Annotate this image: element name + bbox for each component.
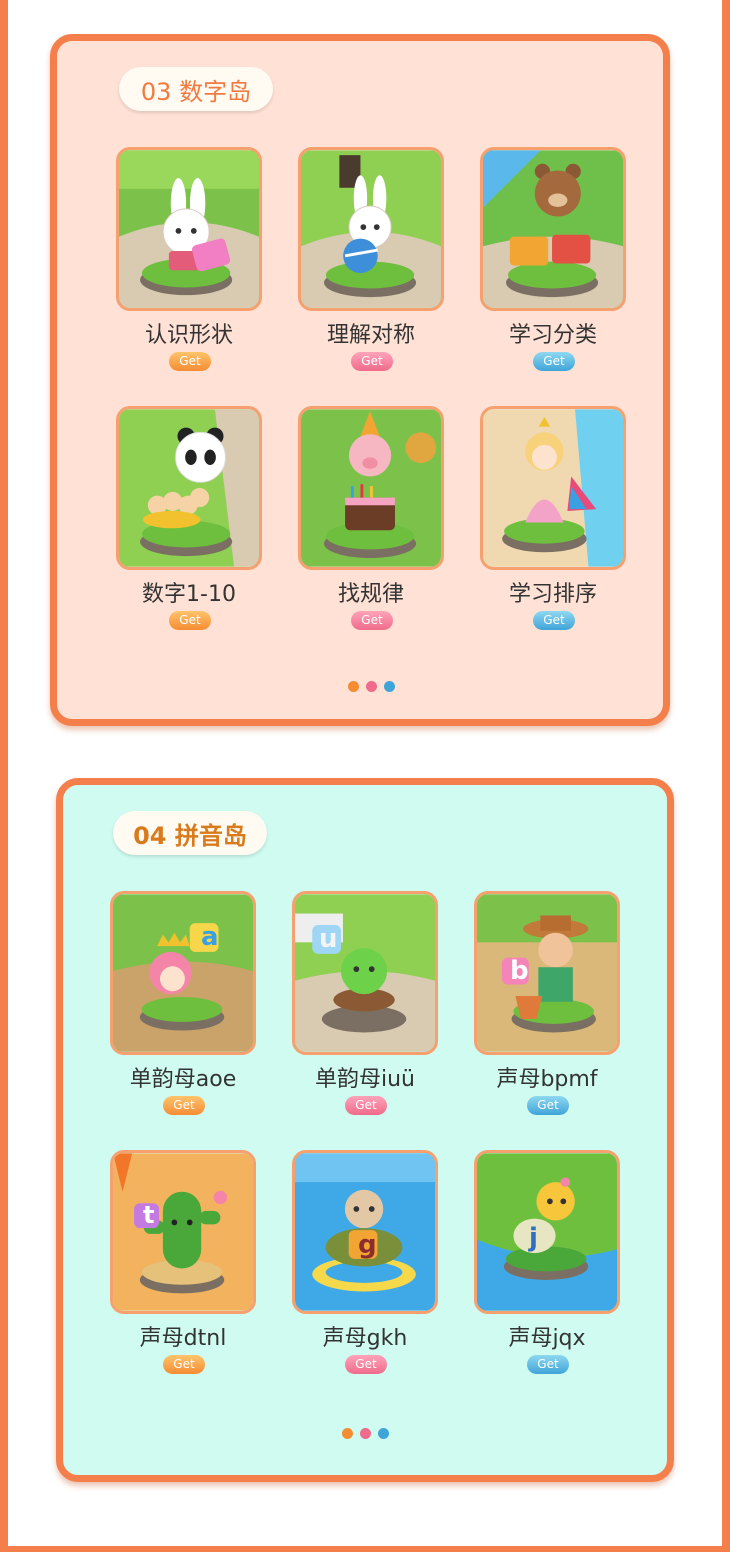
course-thumbnail[interactable]: t	[110, 1150, 256, 1314]
course-label: 认识形状	[144, 323, 233, 348]
letter-j: j	[529, 1223, 538, 1253]
course-label: 声母jqx	[508, 1326, 586, 1351]
course-label: 理解对称	[326, 323, 415, 348]
course-thumbnail[interactable]: j	[474, 1150, 620, 1314]
course-label: 声母bpmf	[496, 1067, 598, 1092]
bear-boxes-illustration	[483, 150, 623, 308]
get-badge[interactable]: Get	[169, 611, 211, 630]
course-label: 声母gkh	[322, 1326, 408, 1351]
page-dot[interactable]	[366, 681, 377, 692]
course-label: 数字1-10	[142, 582, 236, 607]
sprout-u-illustration	[295, 894, 435, 1052]
rabbit-ball-illustration	[301, 150, 441, 308]
get-badge[interactable]: Get	[163, 1355, 205, 1374]
course-card[interactable]: 学习分类 Get	[480, 147, 630, 371]
course-thumbnail[interactable]	[480, 147, 626, 311]
page-dot[interactable]	[378, 1428, 389, 1439]
course-thumbnail[interactable]	[298, 147, 444, 311]
gardener-b-illustration	[477, 894, 617, 1052]
get-badge[interactable]: Get	[351, 611, 393, 630]
page-dot[interactable]	[348, 681, 359, 692]
cactus-t-illustration	[113, 1153, 253, 1311]
course-label: 学习排序	[508, 582, 597, 607]
course-label: 声母dtnl	[139, 1326, 227, 1351]
course-label: 单韵母aoe	[129, 1067, 237, 1092]
course-card[interactable]: g 声母gkh Get	[292, 1150, 442, 1374]
fairy-a-illustration	[113, 894, 253, 1052]
get-badge[interactable]: Get	[533, 611, 575, 630]
course-thumbnail[interactable]	[116, 406, 262, 570]
course-card[interactable]: 找规律 Get	[298, 406, 448, 630]
page-dot[interactable]	[384, 681, 395, 692]
course-card[interactable]: 学习排序 Get	[480, 406, 630, 630]
snail-j-illustration	[477, 1153, 617, 1311]
course-thumbnail[interactable]: a	[110, 891, 256, 1055]
letter-g: g	[358, 1230, 377, 1260]
panda-numbers-illustration	[119, 409, 259, 567]
course-label: 单韵母iuü	[315, 1067, 415, 1092]
course-thumbnail[interactable]	[298, 406, 444, 570]
course-label: 找规律	[337, 582, 404, 607]
page-dot[interactable]	[360, 1428, 371, 1439]
course-card[interactable]: b 声母bpmf Get	[474, 891, 624, 1115]
get-badge[interactable]: Get	[527, 1355, 569, 1374]
section-title: 04 拼音岛	[113, 811, 267, 855]
course-thumbnail[interactable]	[116, 147, 262, 311]
page-dot[interactable]	[342, 1428, 353, 1439]
carousel-pagination	[342, 1428, 389, 1439]
get-badge[interactable]: Get	[163, 1096, 205, 1115]
princess-illustration	[483, 409, 623, 567]
letter-u: u	[319, 924, 338, 954]
course-thumbnail[interactable]: u	[292, 891, 438, 1055]
pig-cake-illustration	[301, 409, 441, 567]
course-card[interactable]: u 单韵母iuü Get	[292, 891, 442, 1115]
get-badge[interactable]: Get	[345, 1096, 387, 1115]
course-card[interactable]: 数字1-10 Get	[116, 406, 266, 630]
course-label: 学习分类	[508, 323, 597, 348]
course-thumbnail[interactable]	[480, 406, 626, 570]
get-badge[interactable]: Get	[533, 352, 575, 371]
course-card[interactable]: 认识形状 Get	[116, 147, 266, 371]
rabbit-tablet-illustration	[119, 150, 259, 308]
get-badge[interactable]: Get	[351, 352, 393, 371]
letter-b: b	[510, 956, 529, 986]
number-island-section: 03 数字岛 认识形状 Get 理解对称 Get 学习分类 Get 数字1-10…	[50, 34, 670, 726]
letter-t: t	[143, 1201, 155, 1229]
course-card[interactable]: 理解对称 Get	[298, 147, 448, 371]
pinyin-island-section: 04 拼音岛 a 单韵母aoe Get u 单韵母iuü Get b 声母bpm…	[56, 778, 674, 1482]
section-title: 03 数字岛	[119, 67, 273, 111]
course-thumbnail[interactable]: b	[474, 891, 620, 1055]
get-badge[interactable]: Get	[527, 1096, 569, 1115]
course-card[interactable]: t 声母dtnl Get	[110, 1150, 260, 1374]
get-badge[interactable]: Get	[345, 1355, 387, 1374]
carousel-pagination	[348, 681, 395, 692]
course-thumbnail[interactable]: g	[292, 1150, 438, 1314]
letter-a: a	[201, 922, 219, 952]
get-badge[interactable]: Get	[169, 352, 211, 371]
course-card[interactable]: j 声母jqx Get	[474, 1150, 624, 1374]
course-card[interactable]: a 单韵母aoe Get	[110, 891, 260, 1115]
